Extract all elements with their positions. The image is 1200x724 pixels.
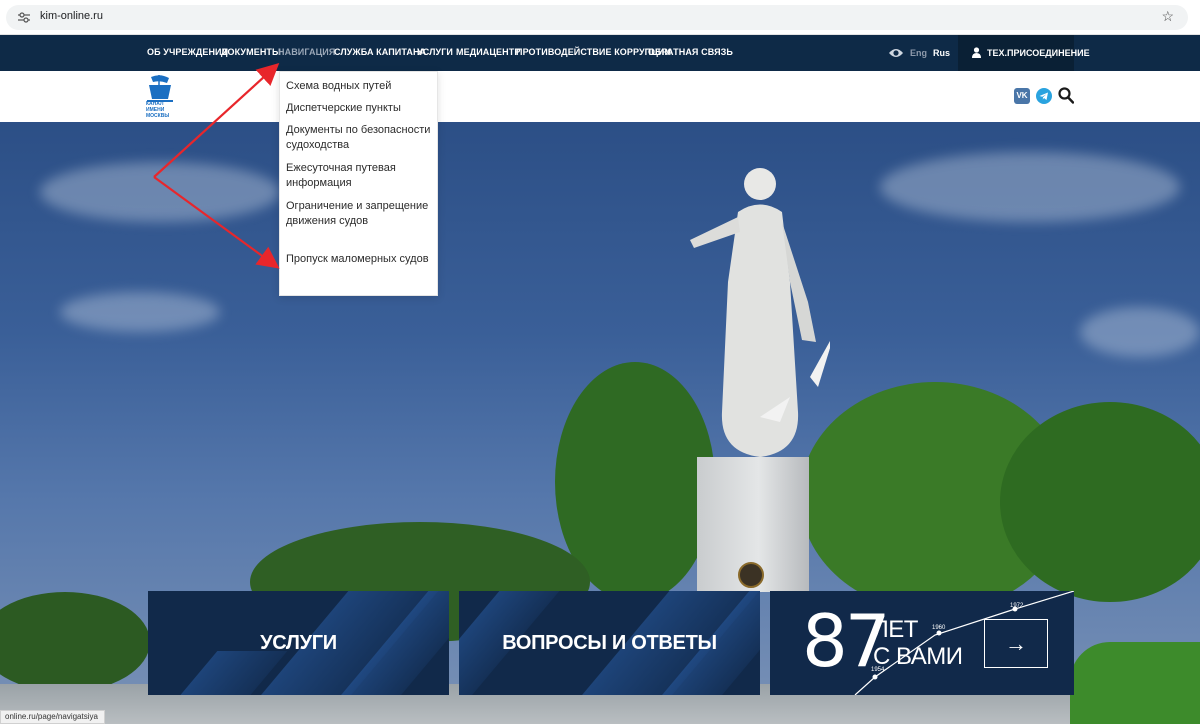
nav-item-documents[interactable]: ДОКУМЕНТЫ: [221, 47, 281, 57]
submenu-item-dispatch-points[interactable]: Диспетчерские пункты: [286, 101, 436, 116]
navigation-submenu: Схема водных путей Диспетчерские пункты …: [279, 71, 438, 296]
logo-caption: КАНАЛ ИМЕНИ МОСКВЫ: [146, 101, 170, 119]
submenu-item-traffic-restrictions[interactable]: Ограничение и запрещение движения судов: [286, 199, 436, 229]
arrow-right-icon: →: [1005, 630, 1027, 656]
star-icon[interactable]: ☆: [1161, 8, 1174, 25]
cloud: [880, 152, 1180, 222]
timeline-year: 1960: [932, 625, 946, 631]
eye-icon[interactable]: [888, 47, 904, 59]
years-label-bottom: С ВАМИ: [873, 643, 963, 670]
status-url: online.ru/page/navigatsiya: [0, 710, 105, 724]
address-bar[interactable]: kim-online.ru ☆: [6, 5, 1188, 30]
submenu-item-safety-documents[interactable]: Документы по безопасности судоходства: [286, 123, 436, 153]
nav-item-services[interactable]: УСЛУГИ: [417, 47, 453, 57]
user-icon: [972, 47, 981, 58]
telegram-icon[interactable]: [1036, 88, 1052, 104]
search-icon[interactable]: [1058, 87, 1074, 104]
emblem: [738, 562, 764, 588]
top-navigation: ОБ УЧРЕЖДЕНИИ ДОКУМЕНТЫ НАВИГАЦИЯ СЛУЖБА…: [0, 35, 1200, 71]
tune-icon[interactable]: [18, 12, 30, 23]
tech-connection-button[interactable]: ТЕХ.ПРИСОЕДИНЕНИЕ: [958, 35, 1090, 71]
submenu-item-daily-info[interactable]: Ежесуточная путевая информация: [286, 161, 436, 191]
nav-item-captain-service[interactable]: СЛУЖБА КАПИТАНА: [334, 47, 426, 57]
arrow-right-button[interactable]: →: [984, 619, 1048, 668]
cloud: [40, 162, 280, 222]
site-header: КАНАЛ ИМЕНИ МОСКВЫ VK: [0, 71, 1200, 122]
lang-en[interactable]: Eng: [910, 48, 927, 58]
grass: [1070, 642, 1200, 724]
submenu-item-waterway-map[interactable]: Схема водных путей: [286, 79, 436, 94]
url-text[interactable]: kim-online.ru: [40, 10, 103, 22]
services-tile[interactable]: УСЛУГИ: [148, 591, 449, 695]
timeline-year: 1972: [1010, 603, 1024, 609]
cloud: [1080, 307, 1200, 357]
nav-item-feedback[interactable]: ОБРАТНАЯ СВЯЗЬ: [648, 47, 733, 57]
tech-connection-label: ТЕХ.ПРИСОЕДИНЕНИЕ: [987, 48, 1090, 58]
cloud: [60, 292, 220, 332]
nav-item-about[interactable]: ОБ УЧРЕЖДЕНИИ: [147, 47, 228, 57]
years-label-top: ЛЕТ: [873, 616, 918, 643]
faq-tile[interactable]: ВОПРОСЫ И ОТВЕТЫ: [459, 591, 760, 695]
statue-figure: [690, 168, 830, 457]
browser-toolbar: kim-online.ru ☆: [0, 0, 1200, 35]
lang-ru[interactable]: Rus: [933, 48, 950, 58]
nav-item-navigation[interactable]: НАВИГАЦИЯ: [278, 47, 335, 57]
submenu-item-small-vessels[interactable]: Пропуск маломерных судов: [286, 252, 436, 267]
nav-item-media[interactable]: МЕДИАЦЕНТР: [456, 47, 520, 57]
vk-icon[interactable]: VK: [1014, 88, 1030, 104]
faq-label: ВОПРОСЫ И ОТВЕТЫ: [502, 631, 717, 654]
anniversary-tile[interactable]: 1954 1960 1972 87 ЛЕТ С ВАМИ →: [770, 591, 1074, 695]
services-label: УСЛУГИ: [260, 631, 337, 654]
trees: [0, 592, 150, 692]
